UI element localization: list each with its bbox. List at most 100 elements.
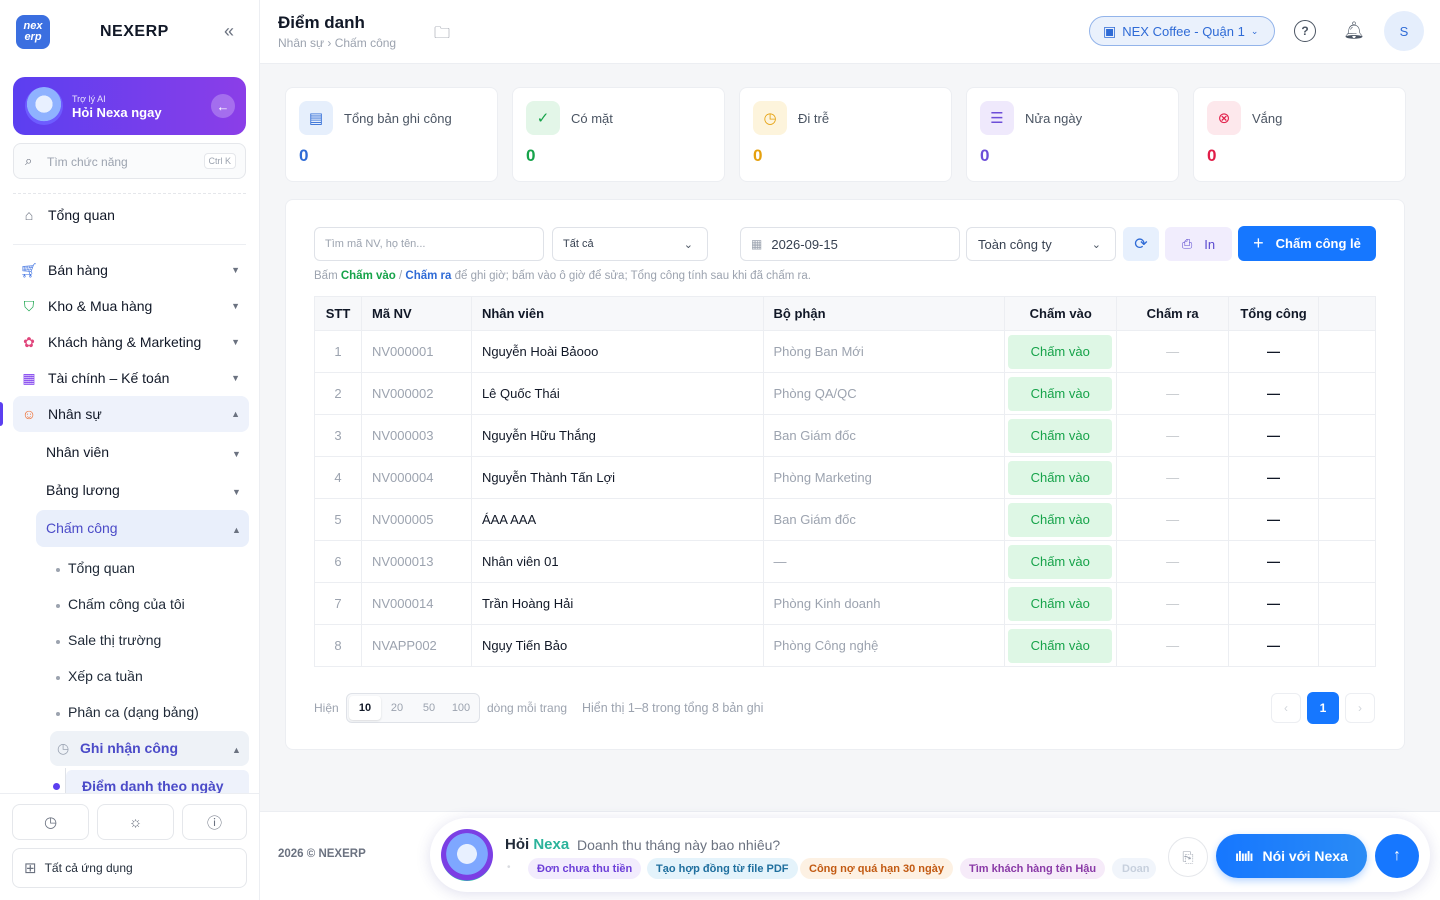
check-in-button[interactable]: Chấm vào <box>1008 460 1113 495</box>
page-size-option[interactable]: 50 <box>413 696 445 720</box>
suggestion-chip[interactable]: Đơn chưa thu tiền <box>528 858 642 879</box>
row-checkout[interactable]: — <box>1116 414 1230 457</box>
check-in-button[interactable]: Chấm vào <box>1008 502 1113 537</box>
table-row[interactable]: 5 NV000005 ÁAA AAA Ban Giám đốc Chấm vào — — <box>314 498 1376 541</box>
refresh-button[interactable]: ⟳ <box>1123 227 1159 261</box>
theme-button[interactable]: ☼ <box>97 804 174 840</box>
function-search-input[interactable]: ⌕ Tìm chức năng Ctrl K <box>13 143 246 179</box>
refresh-icon: ⟳ <box>1134 236 1148 253</box>
col-header[interactable]: STT <box>314 296 362 331</box>
sidebar-item-finance[interactable]: ▦ Tài chính – Kế toán ▼ <box>13 360 249 396</box>
sidebar-item-label: Tổng quan <box>68 560 135 576</box>
check-in-button[interactable]: Chấm vào <box>1008 418 1113 453</box>
nexa-robot-icon[interactable] <box>441 829 493 881</box>
ai-assistant-card[interactable]: Trợ lý AI Hỏi Nexa ngay ← <box>13 77 246 135</box>
copyright: 2026 © NEXERP <box>278 848 366 860</box>
next-page-button[interactable]: › <box>1345 693 1375 723</box>
row-checkout[interactable]: — <box>1116 456 1230 499</box>
all-apps-button[interactable]: ⊞ Tất cả ứng dụng <box>12 848 247 888</box>
avatar[interactable]: S <box>1384 11 1424 51</box>
folder-icon[interactable]: 🗀︎ <box>434 22 450 49</box>
row-checkout[interactable]: — <box>1116 624 1230 667</box>
brand-logo[interactable]: nex erp <box>16 15 50 49</box>
prev-page-button[interactable]: ‹ <box>1271 693 1301 723</box>
sidebar-item-overview[interactable]: ⌂ Tổng quan <box>13 197 249 233</box>
row-checkout[interactable]: — <box>1116 330 1230 373</box>
manual-checkin-button[interactable]: + Chấm công lẻ <box>1238 226 1376 261</box>
suggestion-chip[interactable]: Công nợ quá hạn 30 ngày <box>800 858 953 879</box>
page-size-label: Hiện <box>314 701 339 715</box>
page-size-option[interactable]: 100 <box>445 696 477 720</box>
row-checkout[interactable]: — <box>1116 582 1230 625</box>
arrow-left-icon[interactable]: ← <box>211 94 235 118</box>
suggestion-chip[interactable]: Tìm khách hàng tên Hậu <box>960 858 1106 879</box>
page-button-current[interactable]: 1 <box>1307 692 1339 724</box>
page-size-selector[interactable]: 10 20 50 100 <box>346 693 480 723</box>
scope-select[interactable]: Toàn công ty ⌄ <box>966 227 1116 261</box>
store-selector[interactable]: ▣ NEX Coffee - Quận 1 ⌄ <box>1089 16 1275 46</box>
page-size-option[interactable]: 10 <box>349 696 381 720</box>
check-in-button[interactable]: Chấm vào <box>1008 628 1113 663</box>
table-row[interactable]: 4 NV000004 Nguyễn Thành Tấn Lợi Phòng Marke… <box>314 456 1376 499</box>
table-row[interactable]: 7 NV000014 Trần Hoàng Hải Phòng Kinh doanh C… <box>314 582 1376 625</box>
breadcrumb[interactable]: Nhân sự › Chấm công <box>278 36 396 50</box>
collapse-sidebar-icon[interactable]: « <box>224 21 234 42</box>
attach-button[interactable]: ⎘ <box>1168 837 1208 877</box>
talk-to-nexa-button[interactable]: ılıılı Nói với Nexa <box>1216 834 1367 878</box>
check-in-button[interactable]: Chấm vào <box>1008 586 1113 621</box>
bell-icon[interactable]: 🔔︎ <box>1343 20 1365 42</box>
row-checkin-cell: Chấm vào <box>1004 498 1118 541</box>
check-in-button[interactable]: Chấm vào <box>1008 376 1113 411</box>
clock-icon: ◷ <box>43 814 58 831</box>
sidebar-item-label: Tổng quan <box>48 207 115 223</box>
chevron-down-icon: ⌄ <box>683 239 693 251</box>
col-header[interactable]: Tổng công <box>1228 296 1319 331</box>
table-row[interactable]: 3 NV000003 Nguyễn Hữu Thắng Ban Giám đốc Chấ… <box>314 414 1376 457</box>
stat-absent: ⊗ Vắng 0 <box>1193 87 1406 182</box>
check-in-button[interactable]: Chấm vào <box>1008 334 1113 369</box>
col-header[interactable]: Mã NV <box>360 296 472 331</box>
sidebar-item-hr[interactable]: ☺ Nhân sự ▲ <box>13 396 249 432</box>
row-total: — <box>1228 414 1319 457</box>
ai-title: Hỏi Nexa ngay <box>72 105 162 120</box>
employee-search-input[interactable]: Tìm mã NV, họ tên... <box>314 227 544 261</box>
row-total: — <box>1228 330 1319 373</box>
sidebar-item-sales[interactable]: 🛒︎ Bán hàng ▼ <box>13 252 249 288</box>
info-button[interactable]: ⓘ <box>182 804 247 840</box>
row-checkout[interactable]: — <box>1116 498 1230 541</box>
table-row[interactable]: 2 NV000002 Lê Quốc Thái Phòng QA/QC Chấm vào… <box>314 372 1376 415</box>
sidebar-item-tk-overview[interactable]: Tổng quan <box>56 560 135 576</box>
scroll-dot: • <box>507 862 511 873</box>
sidebar-item-payroll[interactable]: Bảng lương <box>46 482 120 498</box>
check-in-button[interactable]: Chấm vào <box>1008 544 1113 579</box>
row-checkout[interactable]: — <box>1116 540 1230 583</box>
table-row[interactable]: 6 NV000013 Nhân viên 01— Chấm vào — — <box>314 540 1376 583</box>
sidebar-item-employees[interactable]: Nhân viên <box>46 444 109 460</box>
apps-grid-icon: ⊞ <box>24 860 37 877</box>
sidebar-item-inventory[interactable]: ⛉ Kho & Mua hàng ▼ <box>13 288 249 324</box>
page-size-option[interactable]: 20 <box>381 696 413 720</box>
row-checkout[interactable]: — <box>1116 372 1230 415</box>
table-row[interactable]: 1 NV000001 Nguyễn Hoài Bảooo Phòng Ban Mới C… <box>314 330 1376 373</box>
sidebar-item-field-sales[interactable]: Sale thị trường <box>56 632 161 648</box>
sidebar-item-shift-table[interactable]: Phân ca (dạng bảng) <box>56 704 199 720</box>
history-button[interactable]: ◷ <box>12 804 89 840</box>
help-icon[interactable]: ? <box>1294 20 1316 42</box>
send-button[interactable]: ↑ <box>1375 834 1419 878</box>
status-select[interactable]: Tất cả ⌄ <box>552 227 708 261</box>
sidebar-item-crm[interactable]: ✿ Khách hàng & Marketing ▼ <box>13 324 249 360</box>
col-header[interactable]: Chấm ra <box>1116 296 1230 331</box>
row-employee-code: NV000004 <box>360 456 472 499</box>
print-button[interactable]: ⎙ In <box>1165 227 1232 261</box>
col-header[interactable]: Bộ phận <box>762 296 1006 331</box>
suggestion-chip[interactable]: Tạo hợp đồng từ file PDF <box>647 858 798 879</box>
col-header[interactable]: Nhân viên <box>470 296 764 331</box>
table-row[interactable]: 8 NVAPP002 Ngụy Tiến Bảo Phòng Công nghệ Chấ… <box>314 624 1376 667</box>
suggestion-chip[interactable]: Doan <box>1112 858 1156 879</box>
col-header[interactable]: Chấm vào <box>1004 296 1118 331</box>
sidebar-item-weekly-shift[interactable]: Xếp ca tuần <box>56 668 143 684</box>
sidebar-item-my-timekeeping[interactable]: Chấm công của tôi <box>56 596 185 612</box>
nexa-question[interactable]: Doanh thu tháng này bao nhiêu? <box>577 837 780 853</box>
date-picker[interactable]: ▦ 2026-09-15 <box>740 227 960 261</box>
nexerp-logo-icon: nex erp <box>16 15 50 49</box>
